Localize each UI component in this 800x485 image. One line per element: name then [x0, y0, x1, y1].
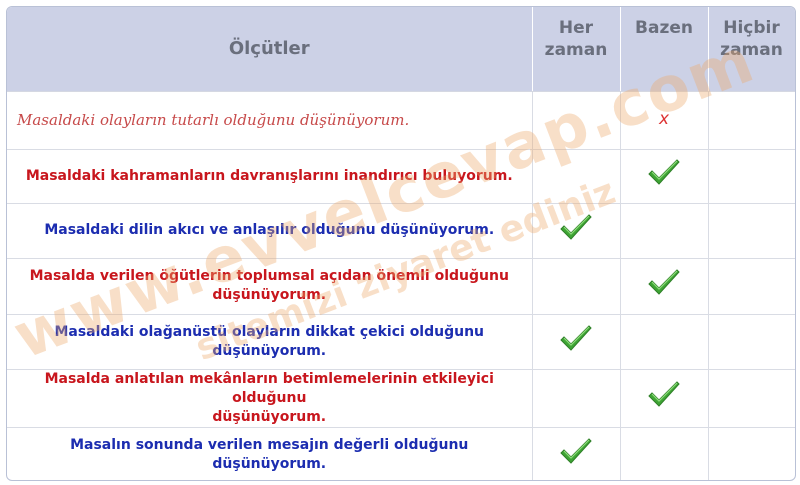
criterion-line-2: düşünüyorum.	[212, 408, 327, 425]
criterion-text: Masalın sonunda verilen mesajın değerli …	[7, 426, 532, 480]
cell-always	[531, 202, 620, 258]
criterion-line: Masaldaki kahramanların davranışlarını i…	[25, 167, 513, 184]
criterion-line: Masalın sonunda verilen mesajın değerli …	[70, 436, 469, 472]
criterion-line: Masalda verilen öğütlerin toplumsal açıd…	[29, 268, 509, 284]
check-mark-icon	[559, 324, 593, 353]
table-row: Masalda verilen öğütlerin toplumsal açıd…	[7, 257, 795, 314]
cell-never	[707, 90, 795, 149]
header-always-line2: zaman	[544, 40, 608, 60]
cell-always	[531, 313, 620, 369]
header-never-line2: zaman	[720, 40, 783, 60]
table-row: Masalda anlatılan mekânların betimlemele…	[7, 368, 795, 427]
table-row: Masaldaki dilin akıcı ve anlaşılır olduğ…	[7, 202, 795, 258]
cell-never	[707, 313, 795, 369]
check-mark-icon	[647, 381, 681, 409]
table-header-row: Ölçütler Her zaman Bazen Hiçbir zaman	[7, 7, 795, 92]
cell-always	[531, 257, 620, 314]
table-row: Masalın sonunda verilen mesajın değerli …	[7, 426, 795, 480]
cell-always	[531, 426, 620, 480]
criterion-text: Masalda anlatılan mekânların betimlemele…	[7, 368, 532, 427]
cell-sometimes	[619, 202, 708, 258]
check-mark-icon	[559, 438, 593, 466]
criterion-text: Masalda verilen öğütlerin toplumsal açıd…	[7, 257, 532, 314]
criterion-line-2: düşünüyorum.	[212, 287, 327, 303]
header-never: Hiçbir zaman	[708, 7, 795, 92]
criterion-text: Masaldaki olağanüstü olayların dikkat çe…	[7, 313, 532, 369]
cell-always	[531, 90, 620, 149]
evaluation-table-frame: Ölçütler Her zaman Bazen Hiçbir zaman Ma…	[6, 6, 796, 481]
criterion-line: Masaldaki olağanüstü olayların dikkat çe…	[54, 323, 485, 359]
criterion-text: Masaldaki olayların tutarlı olduğunu düş…	[7, 90, 532, 149]
table-row: Masaldaki olağanüstü olayların dikkat çe…	[7, 313, 795, 369]
cell-always	[531, 368, 620, 427]
table-row: Masaldaki olayların tutarlı olduğunu düş…	[7, 90, 795, 149]
cell-never	[707, 368, 795, 427]
criterion-line: Masalda anlatılan mekânların betimlemele…	[44, 370, 494, 406]
cell-never	[707, 257, 795, 314]
header-criteria: Ölçütler	[7, 7, 533, 92]
cross-mark-icon: x	[658, 109, 670, 129]
header-always-line1: Her	[558, 18, 594, 38]
cell-sometimes	[619, 426, 708, 480]
cell-never	[707, 202, 795, 258]
cell-always	[531, 148, 620, 203]
cell-sometimes	[619, 148, 708, 203]
evaluation-table: Ölçütler Her zaman Bazen Hiçbir zaman Ma…	[7, 7, 795, 480]
header-never-line1: Hiçbir	[723, 18, 780, 38]
table-row: Masaldaki kahramanların davranışlarını i…	[7, 148, 795, 203]
check-mark-icon	[559, 213, 593, 242]
cell-never	[707, 426, 795, 480]
cell-sometimes	[619, 313, 708, 369]
criterion-text: Masaldaki dilin akıcı ve anlaşılır olduğ…	[7, 202, 532, 258]
check-mark-icon	[647, 159, 681, 187]
criterion-line: Masaldaki olayların tutarlı olduğunu düş…	[17, 110, 410, 129]
check-mark-icon	[647, 269, 681, 297]
header-always: Her zaman	[532, 7, 621, 92]
header-sometimes-label: Bazen	[635, 18, 693, 38]
header-sometimes: Bazen	[620, 7, 709, 92]
cell-sometimes: x	[619, 90, 708, 149]
cell-sometimes	[619, 257, 708, 314]
cell-sometimes	[619, 368, 708, 427]
criterion-text: Masaldaki kahramanların davranışlarını i…	[7, 148, 532, 203]
cell-never	[707, 148, 795, 203]
criterion-line: Masaldaki dilin akıcı ve anlaşılır olduğ…	[44, 222, 495, 238]
